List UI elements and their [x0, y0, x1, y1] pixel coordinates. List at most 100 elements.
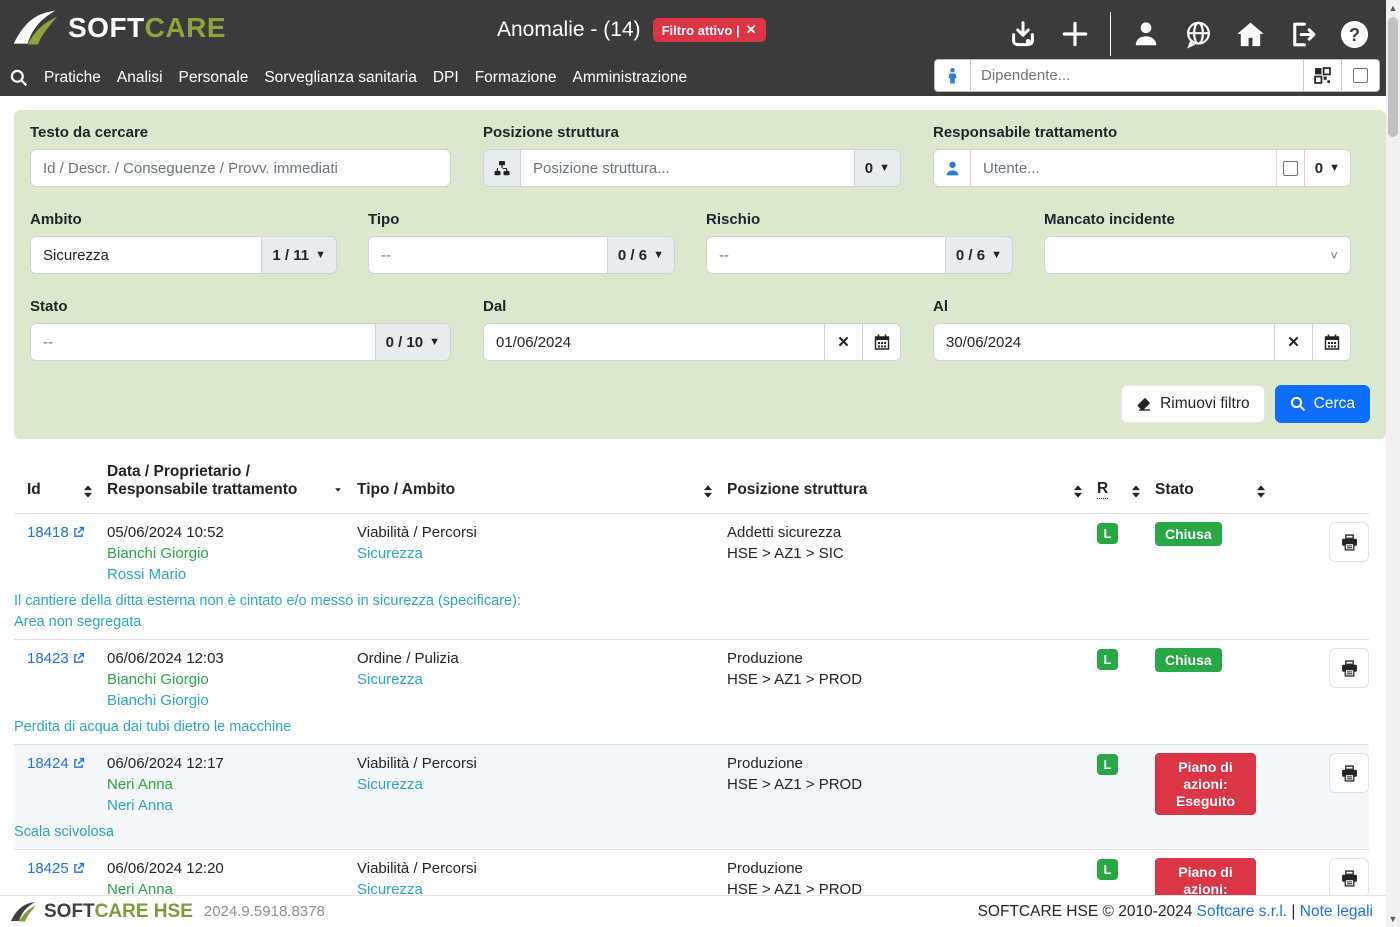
responsabile-count-dropdown[interactable]: 0▼: [1305, 149, 1351, 187]
add-icon[interactable]: [1058, 16, 1092, 52]
external-link-icon: [72, 862, 85, 875]
header-posizione-struttura[interactable]: Posizione struttura: [714, 481, 1084, 499]
header-r[interactable]: R: [1084, 480, 1142, 499]
sort-icon[interactable]: [1255, 484, 1267, 499]
toolbar-icons: ?: [1006, 12, 1371, 56]
row-id-link[interactable]: 18418: [27, 522, 85, 543]
date-from-clear-button[interactable]: ✕: [825, 323, 863, 361]
header-id[interactable]: Id: [14, 481, 94, 499]
scrollbar-thumb[interactable]: [1388, 17, 1398, 137]
nav-item-analisi[interactable]: Analisi: [117, 69, 163, 87]
language-chat-icon[interactable]: [1181, 16, 1215, 52]
eraser-icon: [1136, 396, 1152, 412]
search-icon[interactable]: [10, 69, 28, 87]
help-icon[interactable]: ?: [1337, 16, 1371, 52]
row-posizione: Produzione: [727, 858, 1084, 879]
active-filter-badge[interactable]: Filtro attivo | ✕: [653, 18, 766, 42]
responsabile-count: 0: [1315, 160, 1323, 177]
nav-item-amministrazione[interactable]: Amministrazione: [573, 69, 688, 87]
filter-rischio-label: Rischio: [706, 211, 1013, 228]
sort-icon[interactable]: [1130, 484, 1142, 499]
posizione-count-dropdown[interactable]: 0▼: [855, 149, 901, 187]
date-to-clear-button[interactable]: ✕: [1275, 323, 1313, 361]
row-ambito: Sicurezza: [357, 774, 714, 795]
sitemap-icon: [483, 149, 521, 187]
stato-count-dropdown[interactable]: 0 / 10▼: [376, 323, 451, 361]
responsabile-checkbox[interactable]: [1277, 149, 1305, 187]
rischio-count-dropdown[interactable]: 0 / 6▼: [946, 236, 1013, 274]
download-icon[interactable]: [1006, 16, 1040, 52]
filter-ambito: Ambito 1 / 11▼: [30, 211, 337, 274]
stato-input[interactable]: [31, 334, 375, 351]
sort-icon[interactable]: [82, 484, 94, 499]
checkbox-button[interactable]: [1341, 60, 1379, 91]
filter-testo: Testo da cercare: [30, 124, 451, 187]
header-tipo-ambito[interactable]: Tipo / Ambito: [344, 481, 714, 499]
sort-desc-icon[interactable]: [332, 486, 344, 496]
filter-posizione: Posizione struttura 0▼: [483, 124, 901, 187]
row-date: 06/06/2024 12:03: [107, 648, 344, 669]
scroll-down-arrow[interactable]: ▼: [1386, 911, 1400, 927]
filter-dal: Dal ✕: [483, 298, 901, 361]
stato-count: 0 / 10: [386, 334, 424, 351]
row-date: 06/06/2024 12:20: [107, 858, 344, 879]
copyright-text: SOFTCARE HSE © 2010-2024: [978, 903, 1193, 920]
tipo-input[interactable]: [369, 247, 607, 264]
logout-icon[interactable]: [1285, 16, 1319, 52]
responsabile-user-input[interactable]: [971, 160, 1276, 177]
company-link[interactable]: Softcare s.r.l.: [1197, 903, 1287, 920]
row-id-link[interactable]: 18425: [27, 858, 85, 879]
close-icon[interactable]: ✕: [746, 22, 757, 38]
date-to-input[interactable]: [934, 334, 1274, 351]
print-button[interactable]: [1329, 522, 1369, 562]
employee-search-group: [934, 59, 1380, 92]
filter-dal-label: Dal: [483, 298, 901, 315]
filter-stato: Stato 0 / 10▼: [30, 298, 451, 361]
print-button[interactable]: [1329, 858, 1369, 898]
home-icon[interactable]: [1233, 16, 1267, 52]
app-logo[interactable]: SOFTCARE: [12, 8, 226, 48]
employee-search-input[interactable]: [971, 60, 1303, 91]
rischio-input[interactable]: [707, 247, 945, 264]
print-button[interactable]: [1329, 648, 1369, 688]
nav-item-dpi[interactable]: DPI: [433, 69, 459, 87]
filter-panel: Testo da cercare Posizione struttura 0▼ …: [14, 110, 1386, 439]
print-button[interactable]: [1329, 753, 1369, 793]
legal-notes-link[interactable]: Note legali: [1300, 903, 1373, 920]
sort-icon[interactable]: [1072, 484, 1084, 499]
tipo-count-dropdown[interactable]: 0 / 6▼: [608, 236, 675, 274]
scrollbar[interactable]: ▲ ▼: [1386, 0, 1400, 927]
nav-item-pratiche[interactable]: Pratiche: [44, 69, 101, 87]
ambito-count-dropdown[interactable]: 1 / 11▼: [262, 236, 337, 274]
ambito-input[interactable]: [31, 247, 261, 264]
mancato-incidente-select[interactable]: ˅: [1044, 236, 1351, 274]
row-id-link[interactable]: 18424: [27, 753, 85, 774]
active-filter-label: Filtro attivo |: [662, 23, 740, 38]
nav-item-personale[interactable]: Personale: [179, 69, 249, 87]
nav-item-sorveglianza-sanitaria[interactable]: Sorveglianza sanitaria: [264, 69, 417, 87]
date-to-calendar-button[interactable]: [1313, 323, 1351, 361]
nav-item-formazione[interactable]: Formazione: [475, 69, 557, 87]
header-stato[interactable]: Stato: [1142, 481, 1267, 499]
qr-code-button[interactable]: [1303, 60, 1341, 91]
row-owner: Bianchi Giorgio: [107, 669, 344, 690]
date-from-input[interactable]: [484, 334, 824, 351]
filter-stato-label: Stato: [30, 298, 451, 315]
filter-rischio: Rischio 0 / 6▼: [706, 211, 1013, 274]
search-button[interactable]: Cerca: [1275, 385, 1370, 423]
posizione-struttura-input[interactable]: [521, 160, 854, 177]
row-ambito: Sicurezza: [357, 543, 714, 564]
svg-text:?: ?: [1348, 24, 1359, 44]
scroll-up-arrow[interactable]: ▲: [1386, 0, 1400, 16]
user-icon[interactable]: [1129, 16, 1163, 52]
date-from-calendar-button[interactable]: [863, 323, 901, 361]
filter-mancato-incidente: Mancato incidente ˅: [1044, 211, 1351, 274]
row-ambito: Sicurezza: [357, 669, 714, 690]
close-icon: ✕: [1287, 333, 1300, 351]
text-search-input[interactable]: [31, 160, 450, 177]
header-data-proprietario[interactable]: Data / Proprietario /Responsabile tratta…: [94, 463, 344, 499]
sort-icon[interactable]: [702, 484, 714, 499]
filter-responsabile: Responsabile trattamento 0▼: [933, 124, 1351, 187]
row-id-link[interactable]: 18423: [27, 648, 85, 669]
remove-filter-button[interactable]: Rimuovi filtro: [1121, 385, 1265, 423]
